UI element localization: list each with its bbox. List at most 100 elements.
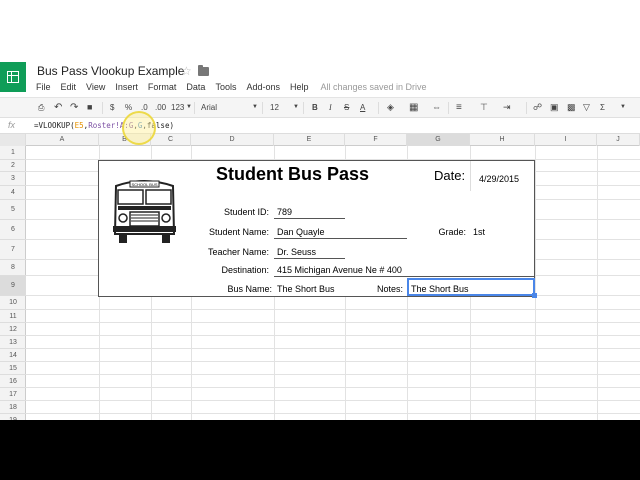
number-format-dropdown[interactable]: 123	[171, 101, 184, 114]
sheets-logo-icon[interactable]	[0, 62, 26, 92]
row-header[interactable]: 1	[0, 146, 26, 160]
row-header[interactable]: 3	[0, 172, 26, 186]
row-headers: 1234567891011121314151617181920	[0, 146, 26, 420]
folder-icon[interactable]	[198, 65, 209, 76]
grade-label: Grade:	[438, 227, 466, 237]
increase-decimal-button[interactable]: .00	[155, 101, 166, 114]
menu-format[interactable]: Format	[148, 82, 177, 94]
notes-value[interactable]: The Short Bus	[411, 284, 469, 294]
fill-color-icon[interactable]: ◈	[387, 101, 394, 114]
column-gridline	[535, 146, 536, 420]
menu-insert[interactable]: Insert	[115, 82, 138, 94]
student-name-value[interactable]: Dan Quayle	[277, 227, 325, 237]
student-id-value[interactable]: 789	[277, 207, 292, 217]
functions-icon[interactable]: Σ	[600, 101, 605, 114]
row-header[interactable]: 8	[0, 260, 26, 276]
italic-button[interactable]: I	[329, 101, 332, 114]
menu-data[interactable]: Data	[186, 82, 205, 94]
borders-icon[interactable]: ▦	[409, 101, 418, 114]
menu-view[interactable]: View	[86, 82, 105, 94]
row-gridline	[26, 361, 640, 362]
student-id-label: Student ID:	[223, 207, 269, 217]
column-header[interactable]: H	[470, 134, 535, 146]
row-header[interactable]: 16	[0, 375, 26, 388]
document-title[interactable]: Bus Pass Vlookup Example	[37, 64, 184, 78]
column-header[interactable]: I	[535, 134, 597, 146]
vertical-align-icon[interactable]: ⊤	[480, 101, 488, 114]
print-icon[interactable]: ⎙	[38, 101, 44, 114]
destination-value[interactable]: 415 Michigan Avenue Ne # 400	[277, 265, 402, 275]
text-wrap-icon[interactable]: ⇥	[503, 101, 511, 114]
column-header[interactable]: E	[274, 134, 345, 146]
date-label: Date:	[434, 168, 466, 183]
destination-label: Destination:	[221, 265, 269, 275]
row-header[interactable]: 18	[0, 401, 26, 414]
strikethrough-button[interactable]: S	[344, 101, 349, 114]
chevron-down-icon[interactable]: ▼	[620, 101, 626, 114]
link-icon[interactable]: ☍	[533, 101, 542, 114]
menu-tools[interactable]: Tools	[215, 82, 236, 94]
toolbar: ⎙ ↶ ↷ ■ $ % .0 .00 123 ▼ Arial ▼ 12 ▼ B …	[0, 97, 640, 118]
row-header[interactable]: 6	[0, 220, 26, 240]
currency-button[interactable]: $	[110, 101, 114, 114]
teacher-name-value[interactable]: Dr. Seuss	[277, 247, 316, 257]
column-gridline	[597, 146, 598, 420]
column-headers: A B C D E F G H I J	[0, 134, 640, 146]
column-header[interactable]: D	[191, 134, 274, 146]
row-gridline	[26, 400, 640, 401]
row-gridline	[26, 374, 640, 375]
row-gridline	[26, 335, 640, 336]
row-gridline	[26, 413, 640, 414]
font-dropdown[interactable]: Arial	[201, 101, 217, 114]
spreadsheet-app: Bus Pass Vlookup Example ☆ File Edit Vie…	[0, 0, 640, 420]
menu-help[interactable]: Help	[290, 82, 309, 94]
redo-icon[interactable]: ↷	[70, 101, 78, 114]
teacher-name-label: Teacher Name:	[207, 247, 269, 257]
formula-bar[interactable]: fx =VLOOKUP(E5,Roster!A:G,G,false)	[0, 118, 640, 134]
column-header[interactable]: A	[26, 134, 99, 146]
column-header[interactable]: G	[407, 134, 470, 146]
grade-value[interactable]: 1st	[473, 227, 485, 237]
row-header[interactable]: 9	[0, 276, 26, 296]
undo-icon[interactable]: ↶	[54, 101, 62, 114]
font-size-dropdown[interactable]: 12	[270, 101, 279, 114]
row-header[interactable]: 15	[0, 362, 26, 375]
merge-cells-icon[interactable]: ⇔	[432, 101, 441, 114]
chart-icon[interactable]: ▩	[567, 101, 576, 114]
filter-icon[interactable]: ▽	[583, 101, 590, 114]
star-icon[interactable]: ☆	[181, 64, 192, 78]
row-gridline	[26, 322, 640, 323]
align-left-icon[interactable]: ≡	[456, 101, 462, 114]
save-status: All changes saved in Drive	[320, 82, 427, 92]
menu-file[interactable]: File	[36, 82, 51, 94]
row-header[interactable]: 4	[0, 186, 26, 200]
chevron-down-icon[interactable]: ▼	[293, 101, 299, 114]
row-header[interactable]: 7	[0, 240, 26, 260]
chevron-down-icon[interactable]: ▼	[186, 101, 192, 114]
row-header[interactable]: 17	[0, 388, 26, 401]
row-header[interactable]: 12	[0, 323, 26, 336]
row-header[interactable]: 2	[0, 160, 26, 172]
row-header[interactable]: 5	[0, 200, 26, 220]
menu-edit[interactable]: Edit	[61, 82, 77, 94]
svg-text:SCHOOL BUS: SCHOOL BUS	[131, 182, 157, 187]
row-header[interactable]: 10	[0, 296, 26, 310]
comment-icon[interactable]: ▣	[550, 101, 559, 114]
text-color-button[interactable]: A	[360, 101, 365, 114]
bold-button[interactable]: B	[312, 101, 318, 114]
cursor-highlight	[122, 111, 156, 145]
menu-addons[interactable]: Add-ons	[246, 82, 280, 94]
column-header[interactable]: F	[345, 134, 407, 146]
chevron-down-icon[interactable]: ▼	[252, 101, 258, 114]
row-header[interactable]: 19	[0, 414, 26, 420]
menu-bar: File Edit View Insert Format Data Tools …	[36, 82, 437, 94]
column-header[interactable]: J	[597, 134, 640, 146]
date-value[interactable]: 4/29/2015	[479, 174, 519, 184]
notes-label: Notes:	[376, 284, 403, 294]
column-header[interactable]: C	[151, 134, 191, 146]
paint-format-icon[interactable]: ■	[87, 101, 92, 114]
row-header[interactable]: 14	[0, 349, 26, 362]
row-header[interactable]: 11	[0, 310, 26, 323]
fx-icon: fx	[8, 120, 16, 130]
row-header[interactable]: 13	[0, 336, 26, 349]
